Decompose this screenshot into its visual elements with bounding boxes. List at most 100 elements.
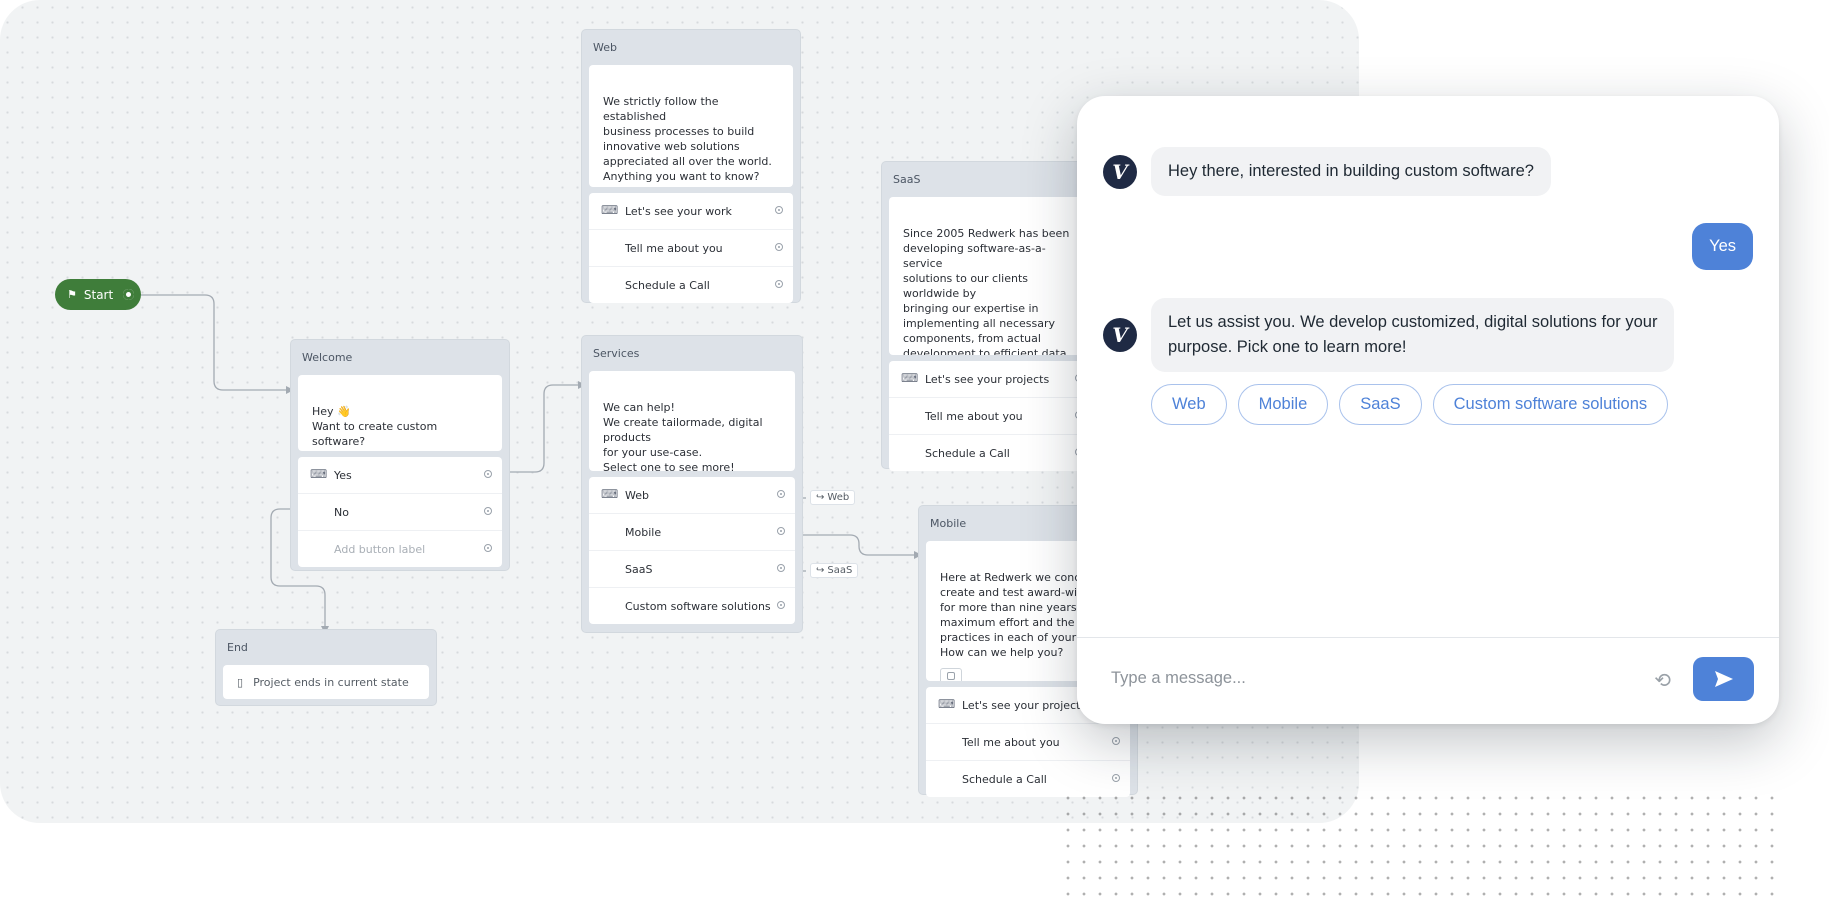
flag-icon: ⚑ <box>67 288 77 301</box>
web-buttons: ⌨ Let's see your work Tell me about you … <box>589 193 793 303</box>
saas-node[interactable]: SaaS Since 2005 Redwerk has been develop… <box>882 162 1100 471</box>
jump-icon: ↪ <box>816 492 825 503</box>
quick-replies: Web Mobile SaaS Custom software solution… <box>1151 384 1669 425</box>
output-port[interactable] <box>777 564 785 572</box>
button-label: Schedule a Call <box>625 278 710 292</box>
node-title: Welcome <box>302 351 353 364</box>
welcome-message[interactable]: Hey 👋 Want to create custom software? <box>298 375 502 451</box>
button-about-you[interactable]: Tell me about you <box>889 397 1093 434</box>
message-text: We strictly follow the established busin… <box>603 95 772 183</box>
button-label: Tell me about you <box>625 241 723 255</box>
bot-avatar: V <box>1103 318 1137 352</box>
services-buttons: ⌨ Web Mobile SaaS Custom software soluti… <box>589 477 795 624</box>
node-title: Services <box>593 347 640 360</box>
output-port[interactable] <box>777 527 785 535</box>
web-node[interactable]: Web We strictly follow the established b… <box>582 30 800 303</box>
refresh-icon[interactable]: ⟲ <box>1654 668 1671 692</box>
button-label: Schedule a Call <box>925 446 1010 460</box>
output-port[interactable] <box>484 507 492 515</box>
button-see-projects[interactable]: ⌨ Let's see your projects <box>889 361 1093 397</box>
output-port[interactable] <box>775 206 783 214</box>
node-title: SaaS <box>893 173 921 186</box>
button-no[interactable]: No <box>298 493 502 530</box>
button-yes[interactable]: ⌨ Yes <box>298 457 502 493</box>
send-button[interactable] <box>1693 657 1754 701</box>
output-port[interactable] <box>777 490 785 498</box>
services-node[interactable]: Services We can help! We create tailorma… <box>582 336 802 632</box>
button-about-you[interactable]: Tell me about you <box>589 229 793 266</box>
output-port[interactable] <box>775 243 783 251</box>
button-custom-software[interactable]: Custom software solutions <box>589 587 795 624</box>
output-port[interactable] <box>777 601 785 609</box>
output-port[interactable] <box>484 470 492 478</box>
button-saas[interactable]: SaaS <box>589 550 795 587</box>
output-port[interactable] <box>775 280 783 288</box>
button-web[interactable]: ⌨ Web <box>589 477 795 513</box>
message-input[interactable] <box>1109 668 1613 689</box>
saas-message[interactable]: Since 2005 Redwerk has been developing s… <box>889 197 1093 355</box>
button-label: Schedule a Call <box>962 772 1047 786</box>
bot-message-line: purpose. Pick one to learn more! <box>1168 338 1407 356</box>
jump-icon: ↪ <box>816 565 825 576</box>
media-icon[interactable] <box>940 668 962 681</box>
button-label: Let's see your projects <box>962 698 1087 712</box>
bot-message: Hey there, interested in building custom… <box>1151 147 1551 196</box>
quick-reply-saas[interactable]: SaaS <box>1339 384 1422 425</box>
message-text: We can help! We create tailormade, digit… <box>603 401 763 471</box>
bot-message-row: V Let us assist you. We develop customiz… <box>1103 298 1675 372</box>
button-label: Let's see your projects <box>925 372 1050 386</box>
button-label: Custom software solutions <box>625 599 771 613</box>
message-text: Hey 👋 Want to create custom software? <box>312 405 438 448</box>
message-composer: ⟲ <box>1077 637 1779 724</box>
bot-message-row: V Hey there, interested in building cust… <box>1103 147 1551 196</box>
button-schedule-call[interactable]: Schedule a Call <box>889 434 1093 471</box>
document-icon: ▯ <box>237 675 244 689</box>
node-title: End <box>227 641 248 654</box>
button-label: Web <box>625 488 649 502</box>
user-message: Yes <box>1692 223 1753 270</box>
button-label: SaaS <box>625 562 653 576</box>
choice-icon: ⌨ <box>901 371 919 385</box>
send-icon <box>1714 671 1733 687</box>
choice-icon: ⌨ <box>601 203 619 217</box>
button-placeholder: Add button label <box>334 542 426 556</box>
services-message[interactable]: We can help! We create tailormade, digit… <box>589 371 795 471</box>
button-see-work[interactable]: ⌨ Let's see your work <box>589 193 793 229</box>
end-body: ▯ Project ends in current state <box>223 665 429 699</box>
button-mobile[interactable]: Mobile <box>589 513 795 550</box>
button-about-you[interactable]: Tell me about you <box>926 723 1130 760</box>
web-message[interactable]: We strictly follow the established busin… <box>589 65 793 187</box>
add-button-label[interactable]: Add button label <box>298 530 502 567</box>
button-label: Mobile <box>625 525 662 539</box>
output-port[interactable] <box>484 544 492 552</box>
welcome-buttons: ⌨ Yes No Add button label <box>298 457 502 567</box>
button-label: Tell me about you <box>962 735 1060 749</box>
choice-icon: ⌨ <box>310 467 328 481</box>
jump-tag-saas[interactable]: ↪ SaaS <box>810 563 859 578</box>
button-label: Let's see your work <box>625 204 732 218</box>
end-node[interactable]: End ▯ Project ends in current state <box>216 630 436 705</box>
button-label: Tell me about you <box>925 409 1023 423</box>
button-schedule-call[interactable]: Schedule a Call <box>589 266 793 303</box>
chat-widget: V Hey there, interested in building cust… <box>1077 96 1779 724</box>
output-port[interactable] <box>1112 774 1120 782</box>
quick-reply-custom-software[interactable]: Custom software solutions <box>1432 384 1669 425</box>
quick-reply-web[interactable]: Web <box>1151 384 1227 425</box>
end-text: Project ends in current state <box>253 675 409 689</box>
button-label: No <box>334 505 349 519</box>
message-text: Since 2005 Redwerk has been developing s… <box>903 227 1070 355</box>
bot-message: Let us assist you. We develop customized… <box>1151 298 1675 372</box>
start-output-port[interactable] <box>123 289 134 300</box>
quick-reply-mobile[interactable]: Mobile <box>1237 384 1329 425</box>
welcome-node[interactable]: Welcome Hey 👋 Want to create custom soft… <box>291 340 509 570</box>
tag-label: Web <box>827 492 850 503</box>
start-label: Start <box>83 287 114 302</box>
start-node[interactable]: ⚑ Start <box>55 279 141 310</box>
button-label: Yes <box>334 468 352 482</box>
output-port[interactable] <box>1112 737 1120 745</box>
saas-buttons: ⌨ Let's see your projects Tell me about … <box>889 361 1093 471</box>
decorative-dot-pattern <box>1060 790 1780 900</box>
bot-message-line: Let us assist you. We develop customized… <box>1168 313 1658 331</box>
jump-tag-web[interactable]: ↪ Web <box>810 490 856 505</box>
tag-label: SaaS <box>827 565 853 576</box>
